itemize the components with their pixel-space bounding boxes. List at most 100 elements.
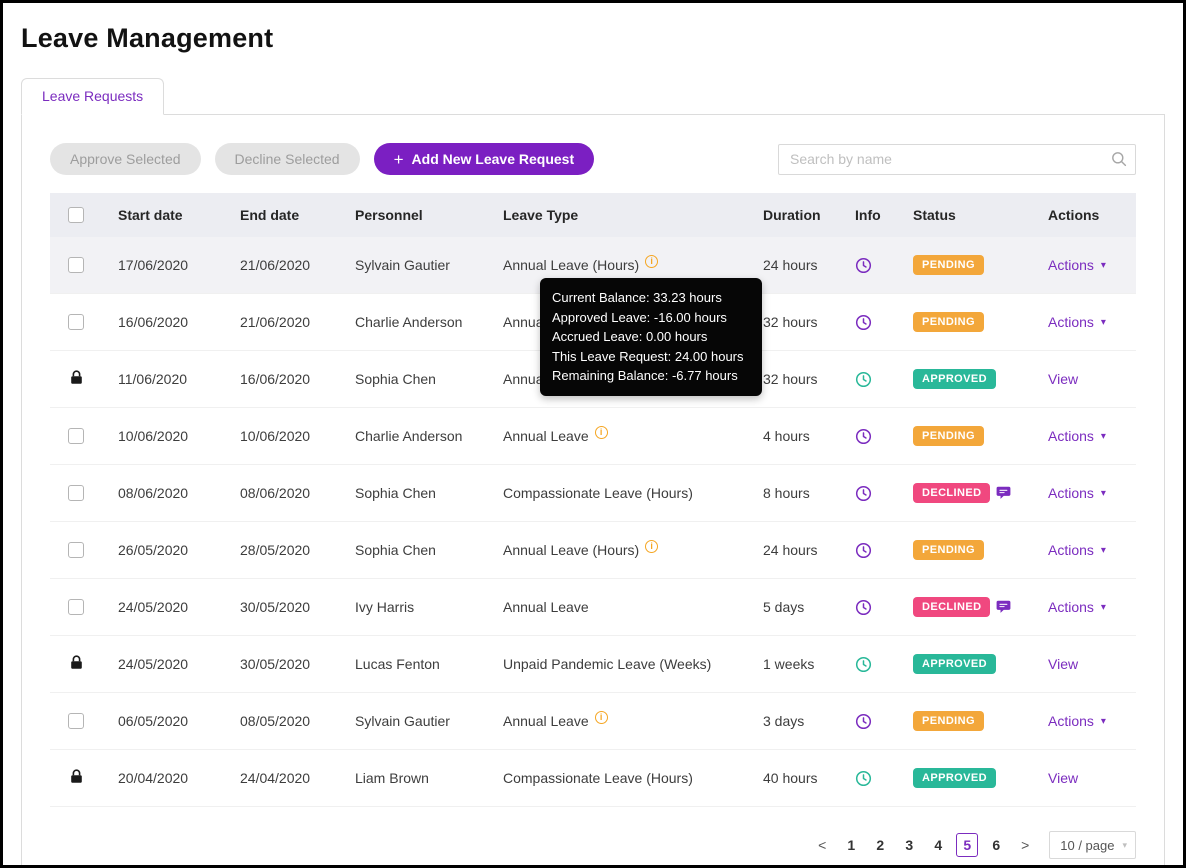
page-number-1[interactable]: 1 — [840, 833, 862, 857]
leave-type-text: Compassionate Leave (Hours) — [503, 485, 693, 501]
col-start-date: Start date — [118, 207, 183, 223]
start-date-cell: 16/06/2020 — [118, 314, 189, 330]
tab-leave-requests[interactable]: Leave Requests — [21, 78, 165, 115]
clock-icon[interactable] — [855, 770, 872, 787]
row-action-label: Actions — [1048, 314, 1094, 330]
col-status: Status — [913, 207, 956, 223]
search-icon[interactable] — [1111, 151, 1127, 172]
decline-selected-button[interactable]: Decline Selected — [214, 143, 360, 175]
page-number-3[interactable]: 3 — [898, 833, 920, 857]
page-number-2[interactable]: 2 — [869, 833, 891, 857]
leave-type-text: Compassionate Leave (Hours) — [503, 770, 693, 786]
start-date-cell: 10/06/2020 — [118, 428, 189, 444]
row-checkbox[interactable] — [68, 713, 84, 729]
row-action-link[interactable]: Actions ▾ — [1048, 542, 1106, 558]
row-checkbox[interactable] — [68, 542, 84, 558]
clock-icon[interactable] — [855, 257, 872, 274]
end-date-cell: 24/04/2020 — [240, 770, 311, 786]
duration-cell: 3 days — [763, 713, 805, 729]
clock-icon[interactable] — [855, 713, 872, 730]
next-page-button[interactable]: > — [1014, 833, 1036, 857]
chevron-down-icon: ▾ — [1100, 601, 1106, 613]
select-all-checkbox[interactable] — [68, 207, 84, 223]
info-icon[interactable] — [594, 425, 608, 439]
leave-management-window: Leave Management Leave Requests Approve … — [0, 0, 1186, 868]
row-action-link[interactable]: Actions ▾ — [1048, 257, 1106, 273]
info-icon[interactable] — [594, 710, 608, 724]
personnel-cell: Sophia Chen — [355, 542, 436, 558]
end-date-cell: 30/05/2020 — [240, 656, 311, 672]
clock-icon[interactable] — [855, 371, 872, 388]
row-action-link[interactable]: Actions ▾ — [1048, 599, 1106, 615]
row-action-label: View — [1048, 371, 1079, 387]
row-checkbox[interactable] — [68, 314, 84, 330]
clock-icon[interactable] — [855, 485, 872, 502]
row-action-label: View — [1048, 656, 1079, 672]
row-action-link[interactable]: View ▾ — [1048, 656, 1078, 672]
tooltip-line: Approved Leave: -16.00 hours — [552, 309, 727, 325]
col-personnel: Personnel — [355, 207, 423, 223]
clock-icon[interactable] — [855, 542, 872, 559]
col-actions: Actions — [1048, 207, 1100, 223]
comment-icon[interactable] — [996, 600, 1011, 614]
table-row: 10/06/2020 10/06/2020 Charlie Anderson A… — [50, 408, 1136, 465]
row-action-link[interactable]: Actions ▾ — [1048, 428, 1106, 444]
personnel-cell: Sophia Chen — [355, 485, 436, 501]
prev-page-button[interactable]: < — [811, 833, 833, 857]
page-number-list: 123456 — [840, 833, 1007, 857]
page-number-4[interactable]: 4 — [927, 833, 949, 857]
row-checkbox[interactable] — [68, 257, 84, 273]
lock-icon — [70, 370, 83, 388]
end-date-cell: 16/06/2020 — [240, 371, 311, 387]
tooltip-line: Remaining Balance: -6.77 hours — [552, 368, 738, 383]
info-icon[interactable] — [645, 254, 659, 268]
end-date-cell: 21/06/2020 — [240, 314, 311, 330]
row-action-link[interactable]: Actions ▾ — [1048, 713, 1106, 729]
info-icon[interactable] — [645, 539, 659, 553]
end-date-cell: 21/06/2020 — [240, 257, 311, 273]
page-size-select[interactable]: 10 / page ▾ — [1049, 831, 1136, 859]
row-action-link[interactable]: Actions ▾ — [1048, 314, 1106, 330]
page-number-6[interactable]: 6 — [985, 833, 1007, 857]
leave-type-text: Annual Leave (Hours) — [503, 257, 640, 273]
duration-cell: 4 hours — [763, 428, 810, 444]
clock-icon[interactable] — [855, 428, 872, 445]
personnel-cell: Liam Brown — [355, 770, 429, 786]
row-action-label: Actions — [1048, 542, 1094, 558]
approve-selected-button[interactable]: Approve Selected — [50, 143, 201, 175]
row-action-link[interactable]: Actions ▾ — [1048, 485, 1106, 501]
row-checkbox[interactable] — [68, 428, 84, 444]
personnel-cell: Charlie Anderson — [355, 314, 463, 330]
page-number-5[interactable]: 5 — [956, 833, 979, 857]
row-action-link[interactable]: View ▾ — [1048, 770, 1078, 786]
row-action-label: Actions — [1048, 257, 1094, 273]
leave-type-text: Annual Leave — [503, 713, 589, 729]
page-size-value: 10 / page — [1060, 837, 1115, 853]
end-date-cell: 08/06/2020 — [240, 485, 311, 501]
row-action-link[interactable]: View ▾ — [1048, 371, 1078, 387]
leave-type-text: Annual Leave — [503, 428, 589, 444]
search-input[interactable] — [778, 143, 1136, 175]
status-badge: APPROVED — [913, 369, 996, 389]
start-date-cell: 26/05/2020 — [118, 542, 189, 558]
add-new-leave-request-button[interactable]: + Add New Leave Request — [373, 143, 595, 175]
lock-icon — [70, 769, 83, 787]
row-action-label: Actions — [1048, 485, 1094, 501]
status-badge: APPROVED — [913, 654, 996, 674]
plus-icon: + — [393, 149, 404, 169]
page-title: Leave Management — [21, 23, 274, 53]
row-checkbox[interactable] — [68, 485, 84, 501]
row-action-label: View — [1048, 770, 1079, 786]
start-date-cell: 17/06/2020 — [118, 257, 189, 273]
comment-icon[interactable] — [996, 486, 1011, 500]
clock-icon[interactable] — [855, 599, 872, 616]
clock-icon[interactable] — [855, 314, 872, 331]
row-checkbox[interactable] — [68, 599, 84, 615]
table-row: 24/05/2020 30/05/2020 Lucas Fenton Unpai… — [50, 636, 1136, 693]
tooltip-line: Accrued Leave: 0.00 hours — [552, 329, 708, 344]
col-end-date: End date — [240, 207, 300, 223]
table-row: 24/05/2020 30/05/2020 Ivy Harris Annual … — [50, 579, 1136, 636]
clock-icon[interactable] — [855, 656, 872, 673]
chevron-down-icon: ▾ — [1100, 430, 1106, 442]
start-date-cell: 20/04/2020 — [118, 770, 189, 786]
